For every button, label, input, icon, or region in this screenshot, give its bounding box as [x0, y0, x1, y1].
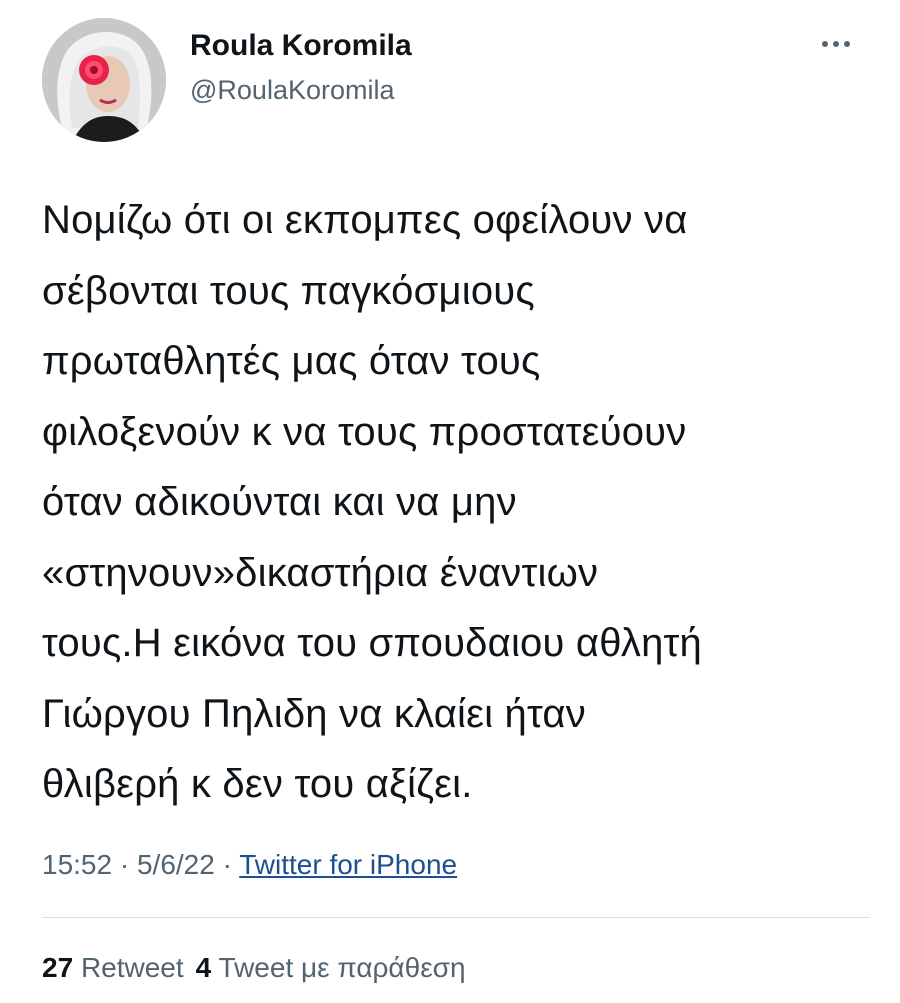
- divider: [42, 917, 870, 918]
- tweet-time[interactable]: 15:52: [42, 849, 112, 880]
- meta-separator: ·: [112, 849, 137, 880]
- tweet-text-line: πρωταθλητές μας όταν τους: [42, 339, 541, 383]
- tweet-meta: 15:52 · 5/6/22 · Twitter for iPhone: [42, 845, 457, 885]
- more-horizontal-icon: [822, 41, 850, 47]
- quote-tweets-count: 4: [195, 952, 212, 983]
- tweet-stats: 27 Retweet 4 Tweet με παράθεση: [42, 948, 466, 988]
- retweets-stat[interactable]: 27 Retweet: [42, 952, 184, 983]
- tweet-card: Roula Koromila @RoulaKoromila Νομίζω ότι…: [0, 0, 900, 1003]
- quote-tweets-label: Tweet με παράθεση: [218, 952, 466, 983]
- tweet-text-line: θλιβερή κ δεν του αξίζει.: [42, 762, 473, 806]
- tweet-source-link[interactable]: Twitter for iPhone: [239, 849, 457, 880]
- tweet-text-line: φιλοξενούν κ να τους προστατεύουν: [42, 409, 687, 454]
- more-options-button[interactable]: [816, 30, 856, 58]
- tweet-text-line: όταν αδικούνται και να μην: [42, 480, 517, 524]
- quote-tweets-stat[interactable]: 4 Tweet με παράθεση: [196, 952, 466, 983]
- avatar[interactable]: [42, 18, 166, 142]
- tweet-text: Νομίζω ότι οι εκπομπες οφείλουν να σέβον…: [42, 185, 872, 820]
- tweet-text-line: Νομίζω ότι οι εκπομπες οφείλουν να: [42, 198, 688, 242]
- retweets-count: 27: [42, 952, 74, 983]
- author-block: Roula Koromila @RoulaKoromila: [190, 28, 412, 108]
- retweets-label: Retweet: [80, 952, 184, 983]
- tweet-text-line: τους.Η εικόνα του σπουδαιου αθλητή: [42, 621, 702, 665]
- meta-separator: ·: [214, 849, 240, 880]
- tweet-text-line: «στηνουν»δικαστήρια έναντιων: [42, 550, 599, 595]
- tweet-text-line: σέβονται τους παγκόσμιους: [42, 268, 535, 313]
- avatar-image: [42, 18, 166, 142]
- tweet-date[interactable]: 5/6/22: [137, 849, 215, 880]
- display-name[interactable]: Roula Koromila: [190, 28, 412, 64]
- tweet-text-line: Γιώργου Πηλιδη να κλαίει ήταν: [42, 691, 586, 736]
- user-handle[interactable]: @RoulaKoromila: [190, 72, 412, 108]
